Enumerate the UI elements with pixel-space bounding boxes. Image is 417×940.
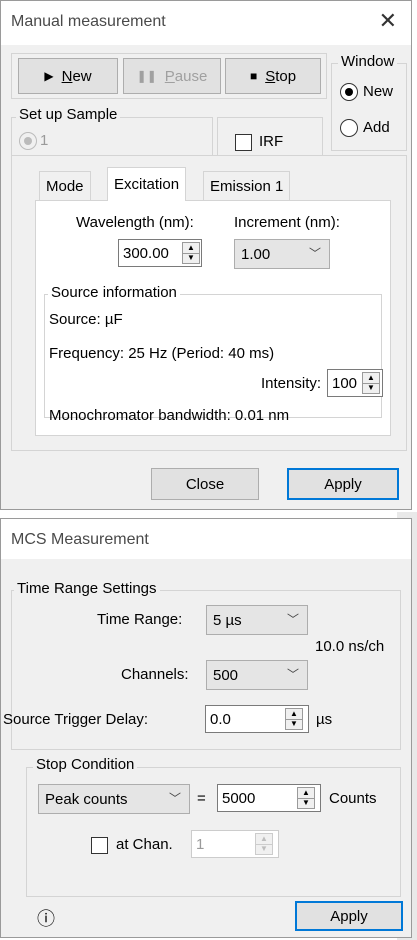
spin-up-icon[interactable]: ▲ bbox=[298, 788, 314, 799]
at-chan-label[interactable]: at Chan. bbox=[116, 836, 173, 853]
stop-condition-select[interactable]: Peak counts ﹀ bbox=[38, 784, 190, 814]
spin-down-icon: ▼ bbox=[260, 844, 268, 854]
mcs-measurement-window: MCS Measurement Time Range Settings Time… bbox=[0, 518, 412, 938]
trigger-delay-unit: µs bbox=[316, 711, 333, 728]
trigger-delay-spinner[interactable]: ▲ ▼ bbox=[285, 708, 303, 730]
intensity-label: Intensity: bbox=[261, 375, 322, 392]
chevron-down-icon: ﹀ bbox=[168, 791, 181, 806]
stop-button-label: Stop bbox=[265, 67, 297, 85]
mcs-apply-button[interactable]: Apply bbox=[295, 901, 403, 931]
intensity-value: 100 bbox=[332, 374, 358, 392]
stop-count-unit: Counts bbox=[329, 790, 377, 807]
tab-mode[interactable]: Mode bbox=[39, 171, 91, 201]
spin-up-icon[interactable]: ▲ bbox=[183, 243, 199, 254]
window-group bbox=[331, 63, 407, 151]
manual-title-bar[interactable]: Manual measurement ✕ bbox=[1, 1, 411, 45]
window-new-radio[interactable] bbox=[340, 83, 358, 101]
play-icon: ▶ bbox=[44, 69, 54, 83]
stop-condition-legend: Stop Condition bbox=[33, 756, 138, 773]
pause-button-label: Pause bbox=[164, 67, 208, 85]
manual-apply-button[interactable]: Apply bbox=[287, 468, 399, 500]
at-chan-value: 1 bbox=[196, 835, 205, 853]
new-button[interactable]: ▶ New bbox=[18, 58, 118, 94]
spin-down-icon[interactable]: ▼ bbox=[183, 254, 199, 264]
stop-count-spinner[interactable]: ▲ ▼ bbox=[297, 787, 315, 809]
close-icon[interactable]: ✕ bbox=[379, 9, 397, 33]
channels-label: Channels: bbox=[121, 666, 189, 683]
spin-up-icon: ▲ bbox=[256, 834, 272, 845]
pause-button[interactable]: ❚❚ Pause bbox=[123, 58, 221, 94]
stop-condition-value: Peak counts bbox=[45, 790, 128, 808]
frequency-line: Frequency: 25 Hz (Period: 40 ms) bbox=[49, 345, 275, 362]
wavelength-label: Wavelength (nm): bbox=[76, 214, 194, 231]
source-line: Source: µF bbox=[49, 311, 123, 328]
close-button[interactable]: Close bbox=[151, 468, 259, 500]
at-chan-spinner: ▲ ▼ bbox=[255, 833, 273, 855]
irf-checkbox[interactable] bbox=[235, 134, 252, 151]
trigger-delay-label: Source Trigger Delay: bbox=[3, 711, 149, 728]
mcs-apply-label: Apply bbox=[330, 907, 368, 925]
stop-icon: ■ bbox=[249, 69, 258, 83]
spin-down-icon[interactable]: ▼ bbox=[286, 720, 302, 730]
bandwidth-line: Monochromator bandwidth: 0.01 nm bbox=[49, 407, 290, 424]
time-range-select[interactable]: 5 µs ﹀ bbox=[206, 605, 308, 635]
sample-1-radio bbox=[19, 132, 37, 150]
tab-excitation[interactable]: Excitation bbox=[107, 167, 187, 201]
window-group-legend: Window bbox=[338, 53, 398, 70]
tab-excitation-label: Excitation bbox=[114, 176, 180, 193]
chevron-down-icon: ﹀ bbox=[286, 667, 299, 682]
trigger-delay-value: 0.0 bbox=[210, 710, 231, 728]
window-add-radio[interactable] bbox=[340, 119, 358, 137]
at-chan-checkbox[interactable] bbox=[91, 837, 108, 854]
window-add-label[interactable]: Add bbox=[363, 119, 390, 136]
increment-value: 1.00 bbox=[241, 245, 271, 263]
irf-label[interactable]: IRF bbox=[259, 133, 283, 150]
sample-1-label: 1 bbox=[40, 132, 49, 149]
equals-sign: = bbox=[197, 790, 206, 807]
manual-measurement-window: Manual measurement ✕ ▶ New ❚❚ Pause ■ St… bbox=[0, 0, 412, 510]
mcs-window-title: MCS Measurement bbox=[11, 531, 149, 548]
pause-icon: ❚❚ bbox=[136, 69, 157, 83]
channels-select[interactable]: 500 ﹀ bbox=[206, 660, 308, 690]
increment-select[interactable]: 1.00 ﹀ bbox=[234, 239, 330, 269]
new-button-label: New bbox=[61, 67, 92, 85]
chevron-down-icon: ﹀ bbox=[308, 246, 321, 261]
time-range-label: Time Range: bbox=[97, 611, 183, 628]
time-range-legend: Time Range Settings bbox=[14, 580, 160, 597]
wavelength-value: 300.00 bbox=[123, 244, 169, 262]
setup-sample-legend: Set up Sample bbox=[16, 106, 121, 123]
intensity-spinner[interactable]: ▲ ▼ bbox=[362, 372, 380, 394]
tab-mode-label: Mode bbox=[46, 178, 84, 195]
increment-label: Increment (nm): bbox=[234, 214, 340, 231]
close-button-label: Close bbox=[185, 475, 225, 493]
mcs-title-bar[interactable]: MCS Measurement bbox=[1, 519, 411, 559]
info-icon[interactable]: ⓘ bbox=[37, 905, 55, 931]
per-channel-label: 10.0 ns/ch bbox=[315, 638, 385, 655]
manual-window-title: Manual measurement bbox=[11, 13, 166, 30]
stop-count-value: 5000 bbox=[222, 789, 256, 807]
manual-apply-label: Apply bbox=[324, 475, 362, 493]
window-new-label[interactable]: New bbox=[363, 83, 393, 100]
stop-button[interactable]: ■ Stop bbox=[225, 58, 321, 94]
channels-value: 500 bbox=[213, 666, 239, 684]
tab-emission-1-label: Emission 1 bbox=[210, 178, 284, 195]
excitation-panel: Wavelength (nm): 300.00 ▲ ▼ Increment (n… bbox=[35, 200, 391, 436]
spin-up-icon[interactable]: ▲ bbox=[286, 709, 302, 720]
spin-down-icon[interactable]: ▼ bbox=[298, 799, 314, 809]
spin-up-icon[interactable]: ▲ bbox=[363, 373, 379, 384]
tab-emission-1[interactable]: Emission 1 bbox=[203, 171, 291, 201]
source-info-legend: Source information bbox=[48, 284, 180, 301]
wavelength-spinner[interactable]: ▲ ▼ bbox=[182, 242, 200, 264]
time-range-value: 5 µs bbox=[213, 611, 242, 629]
chevron-down-icon: ﹀ bbox=[286, 612, 299, 627]
spin-down-icon[interactable]: ▼ bbox=[363, 384, 379, 394]
